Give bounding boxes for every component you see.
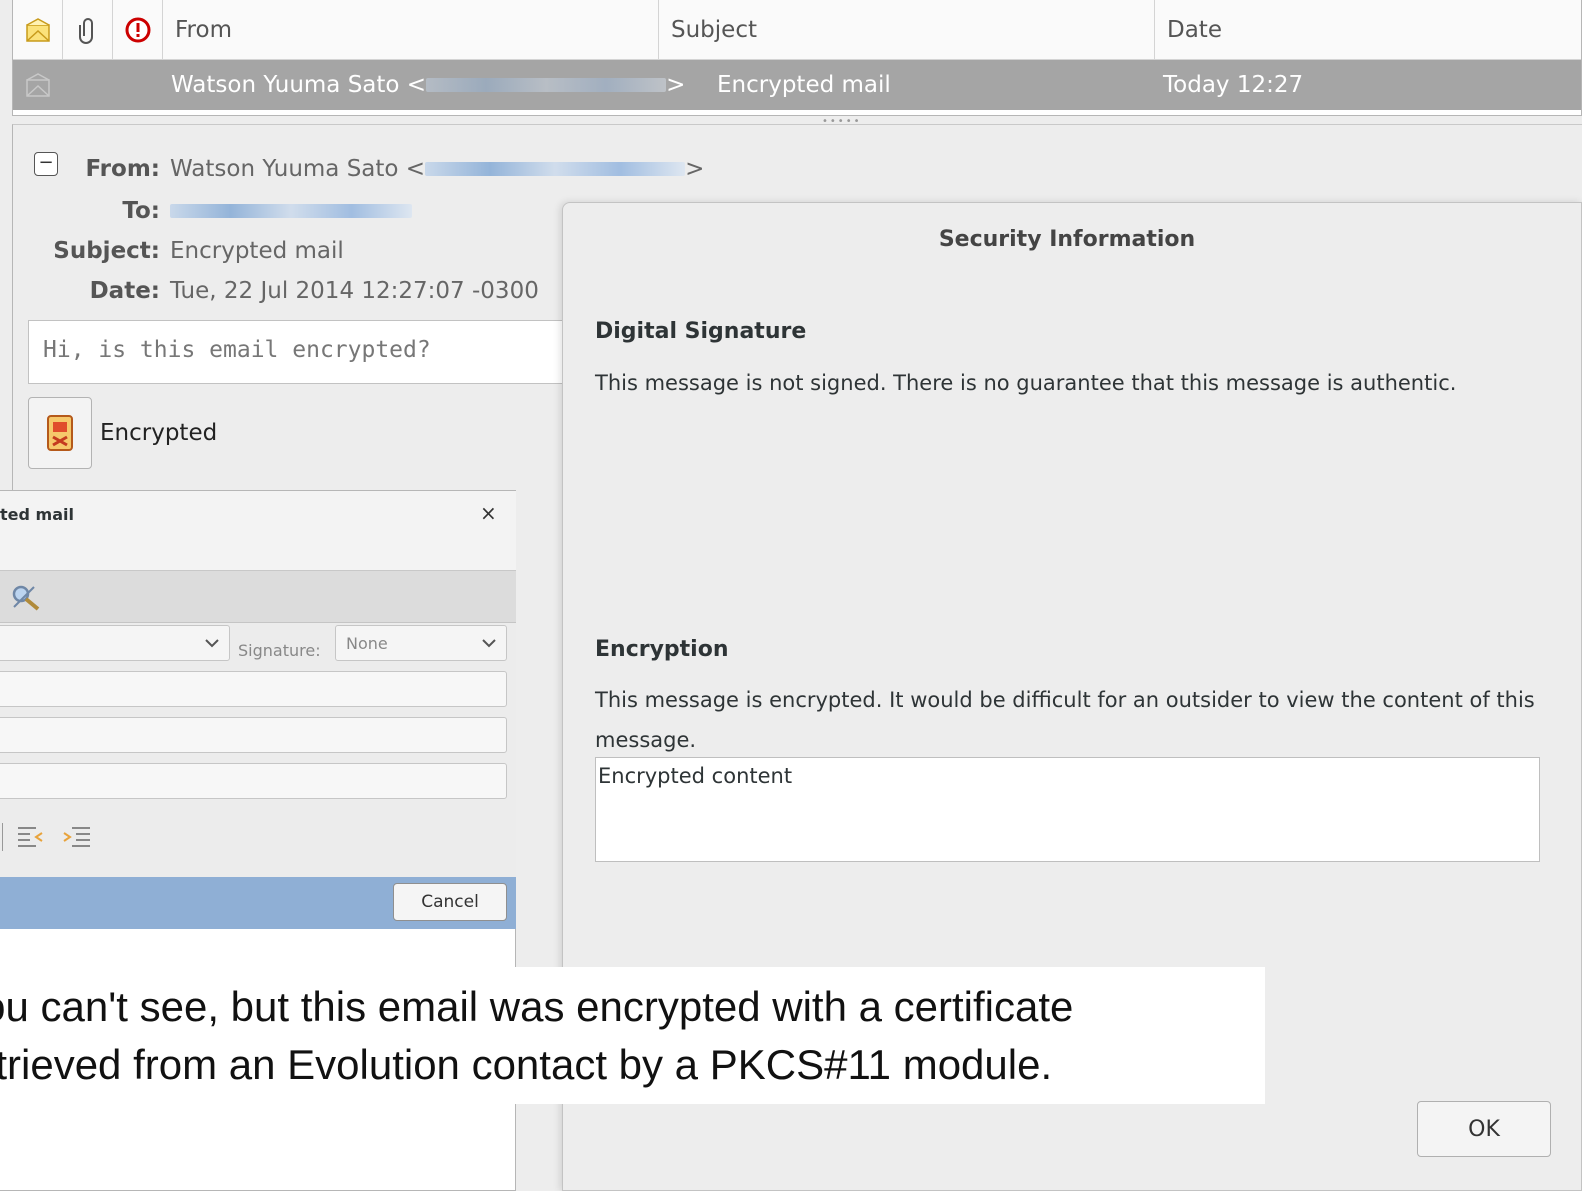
header-subject-label: Subject: — [53, 238, 160, 264]
message-body: Hi, is this email encrypted? — [28, 320, 588, 384]
header-from-value: Watson Yuuma Sato < > — [170, 156, 704, 182]
column-attachment[interactable] — [63, 0, 113, 60]
header-subject-value: Encrypted mail — [170, 238, 344, 264]
column-status[interactable] — [13, 0, 63, 60]
column-subject[interactable]: Subject — [659, 0, 1155, 60]
digital-signature-heading: Digital Signature — [595, 319, 807, 344]
caption-line-2: retrieved from an Evolution contact by a… — [0, 1041, 1053, 1088]
caption-line-1: You can't see, but this email was encryp… — [0, 983, 1074, 1030]
message-subject: Encrypted mail — [717, 72, 891, 98]
indent-increase-icon[interactable] — [62, 825, 92, 849]
important-icon — [125, 17, 150, 43]
indent-decrease-icon[interactable] — [16, 825, 46, 849]
header-from-name: Watson Yuuma Sato < — [170, 156, 426, 182]
composer-toolbar — [0, 571, 516, 623]
cc-field[interactable] — [0, 717, 507, 753]
caption-overlay: You can't see, but this email was encryp… — [0, 967, 1265, 1104]
chevron-down-icon — [205, 639, 219, 648]
envelope-open-icon — [25, 18, 50, 42]
composer-title: ted mail — [0, 505, 74, 524]
chevron-down-icon — [482, 639, 496, 648]
encryption-heading: Encryption — [595, 637, 729, 662]
header-to-value[interactable] — [170, 198, 412, 224]
column-from-label: From — [175, 17, 232, 43]
close-icon[interactable]: × — [480, 501, 497, 525]
read-status-icon — [25, 60, 51, 110]
composer-form: Signature: None — [0, 623, 516, 877]
signature-select[interactable]: None — [335, 625, 507, 661]
redacted-email — [426, 78, 667, 92]
header-to-label: To: — [122, 198, 160, 224]
header-date-label: Date: — [89, 278, 160, 304]
from-account-select[interactable] — [0, 625, 230, 661]
ok-button[interactable]: OK — [1417, 1101, 1551, 1157]
composer-infobar: Cancel — [0, 877, 516, 929]
composer-titlebar: ted mail × — [0, 491, 516, 571]
column-subject-label: Subject — [671, 17, 757, 43]
encryption-text: This message is encrypted. It would be d… — [595, 688, 1535, 752]
signature-value: None — [346, 633, 388, 653]
encrypted-content-box[interactable]: Encrypted content — [595, 757, 1540, 862]
header-from-label: From: — [85, 156, 160, 182]
redacted-email — [425, 162, 686, 176]
column-date[interactable]: Date — [1155, 0, 1582, 60]
subject-field[interactable] — [0, 763, 507, 799]
encryption-status-label: Encrypted — [100, 420, 218, 446]
column-date-label: Date — [1167, 17, 1222, 43]
header-from-end: > — [685, 156, 705, 182]
find-replace-icon[interactable] — [10, 583, 42, 611]
message-list: From Subject Date Watson Yuuma Sato < > … — [12, 0, 1582, 116]
message-date: Today 12:27 — [1163, 72, 1304, 98]
redacted-email — [170, 204, 412, 218]
encrypted-lock-icon — [47, 415, 73, 451]
digital-signature-text: This message is not signed. There is no … — [595, 371, 1457, 395]
message-from-end: > — [666, 72, 686, 98]
header-date-value: Tue, 22 Jul 2014 12:27:07 -0300 — [170, 278, 539, 304]
paperclip-icon — [78, 18, 93, 44]
message-from: Watson Yuuma Sato < > — [171, 60, 685, 110]
column-important[interactable] — [113, 0, 163, 60]
cancel-button[interactable]: Cancel — [393, 883, 507, 921]
message-row[interactable]: Watson Yuuma Sato < > Encrypted mail Tod… — [13, 60, 1581, 110]
to-field[interactable] — [0, 671, 507, 707]
message-list-header: From Subject Date — [13, 0, 1581, 60]
column-from[interactable]: From — [163, 0, 659, 60]
dialog-title: Security Information — [938, 227, 1196, 252]
signature-label: Signature: — [238, 641, 321, 660]
toolbar-separator — [2, 823, 3, 851]
message-from-name: Watson Yuuma Sato < — [171, 72, 427, 98]
encryption-status-button[interactable] — [28, 397, 92, 469]
